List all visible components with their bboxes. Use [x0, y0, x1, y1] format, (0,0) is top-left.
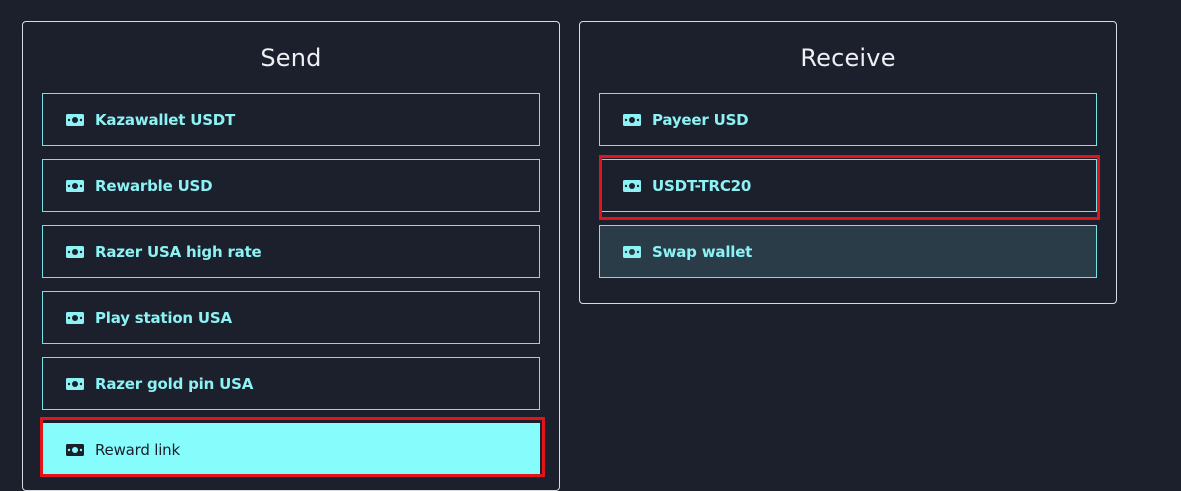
send-panel: Send Kazawallet USDT Rewarble USD Razer … [22, 21, 560, 491]
cash-icon [66, 113, 84, 126]
send-option-razer-gold-pin-usa[interactable]: Razer gold pin USA [42, 357, 540, 410]
send-option-label: Razer USA high rate [95, 242, 262, 261]
send-title: Send [260, 44, 322, 72]
receive-option-label: Swap wallet [652, 242, 753, 261]
receive-option-swap-wallet[interactable]: Swap wallet [599, 225, 1097, 278]
cash-icon [623, 245, 641, 258]
send-option-kazawallet-usdt[interactable]: Kazawallet USDT [42, 93, 540, 146]
cash-icon [66, 377, 84, 390]
send-option-label: Kazawallet USDT [95, 110, 236, 129]
receive-option-label: USDT-TRC20 [652, 176, 752, 195]
send-option-reward-link[interactable]: Reward link [42, 423, 540, 476]
receive-option-label: Payeer USD [652, 110, 749, 129]
send-option-label: Play station USA [95, 308, 232, 327]
send-option-play-station-usa[interactable]: Play station USA [42, 291, 540, 344]
receive-panel: Receive Payeer USD USDT-TRC20 Swap walle… [579, 21, 1117, 304]
receive-option-usdt-trc20[interactable]: USDT-TRC20 [599, 159, 1097, 212]
cash-icon [623, 179, 641, 192]
send-option-razer-usa-high-rate[interactable]: Razer USA high rate [42, 225, 540, 278]
send-option-label: Rewarble USD [95, 176, 213, 195]
cash-icon [66, 179, 84, 192]
cash-icon [66, 245, 84, 258]
send-option-label: Razer gold pin USA [95, 374, 254, 393]
send-option-rewarble-usd[interactable]: Rewarble USD [42, 159, 540, 212]
send-option-label: Reward link [95, 440, 180, 459]
cash-icon [66, 443, 84, 456]
receive-title: Receive [800, 44, 896, 72]
receive-option-payeer-usd[interactable]: Payeer USD [599, 93, 1097, 146]
cash-icon [623, 113, 641, 126]
cash-icon [66, 311, 84, 324]
